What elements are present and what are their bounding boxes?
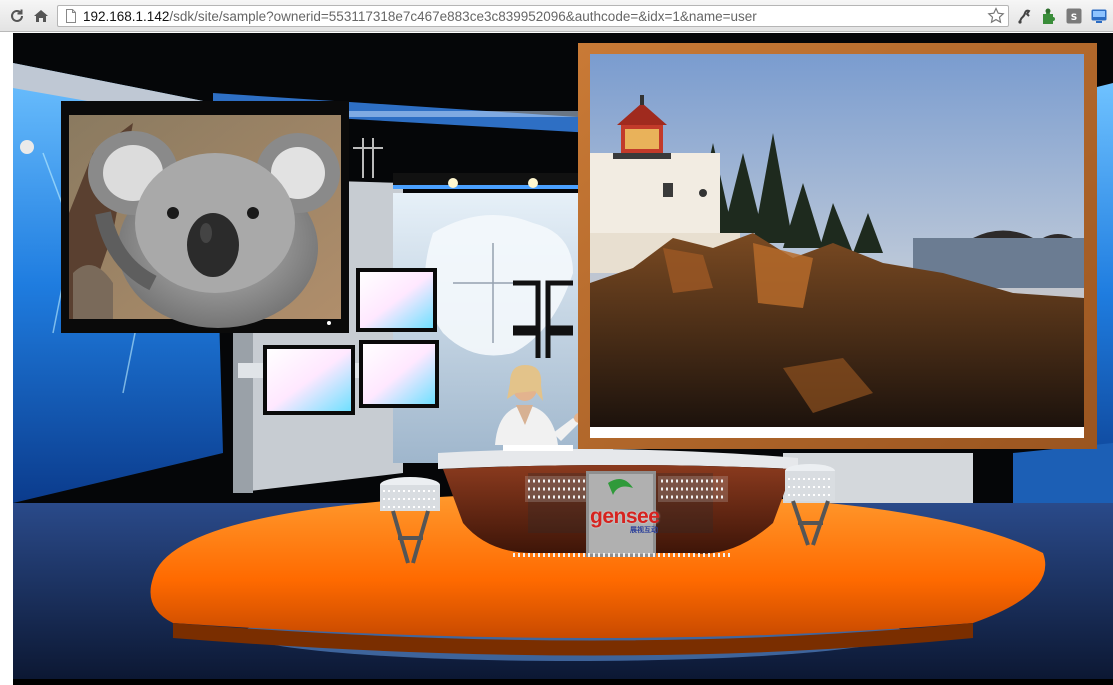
reload-button[interactable]: [6, 5, 28, 27]
video-stage[interactable]: gensee 展视互动: [13, 33, 1113, 685]
home-icon: [34, 10, 48, 22]
bookmark-star-button[interactable]: [986, 6, 1006, 26]
menu-icon: [1091, 9, 1107, 23]
extension-button[interactable]: [1014, 6, 1034, 26]
studio-scene: [13, 33, 1113, 685]
menu-button[interactable]: [1089, 6, 1109, 26]
sogou-button[interactable]: S: [1064, 6, 1084, 26]
svg-text:S: S: [1071, 13, 1077, 23]
gensee-logo-subtitle: 展视互动: [630, 526, 658, 534]
url-path: /sdk/site/sample?ownerid=553117318e7c467…: [169, 8, 757, 24]
bookmark-star-icon: [987, 7, 1005, 24]
home-button[interactable]: [30, 5, 52, 27]
puzzle-icon: [1043, 8, 1055, 24]
extension-icon: [1018, 9, 1031, 24]
page-icon: [66, 9, 76, 23]
koala-picture: [61, 101, 349, 333]
sogou-icon: S: [1066, 8, 1082, 24]
reload-icon: [11, 9, 23, 22]
puzzle-button[interactable]: [1039, 6, 1059, 26]
browser-toolbar: 192.168.1.142/sdk/site/sample?ownerid=55…: [0, 0, 1113, 32]
lighthouse-picture: [578, 43, 1097, 449]
url-host: 192.168.1.142: [83, 8, 170, 24]
address-bar[interactable]: 192.168.1.142/sdk/site/sample?ownerid=55…: [57, 5, 1009, 27]
